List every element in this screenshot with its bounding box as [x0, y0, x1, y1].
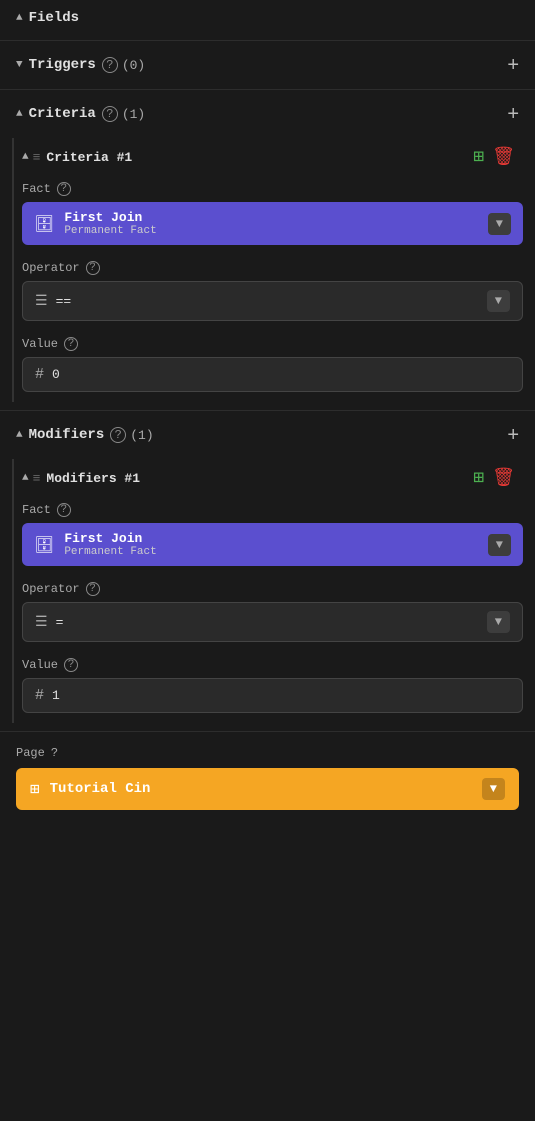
- modifiers-1-operator-help-icon[interactable]: ?: [86, 582, 100, 596]
- modifiers-1-operator-list-icon: ☰: [35, 614, 48, 631]
- divider-1: [0, 40, 535, 41]
- modifiers-1-value-text: 1: [52, 688, 60, 703]
- criteria-1-subsection: ▲ ≡ Criteria #1 ⊞ 🗑 Fact ? 🗄 First Join …: [12, 138, 523, 402]
- page-label: Page ?: [16, 746, 519, 760]
- criteria-1-chevron-icon[interactable]: ▲: [22, 151, 29, 163]
- modifiers-1-operator-label: Operator ?: [22, 582, 523, 596]
- triggers-section-header[interactable]: ▼ Triggers ? (0) +: [0, 45, 535, 85]
- triggers-add-button[interactable]: +: [507, 55, 519, 75]
- fields-title: Fields: [29, 10, 79, 26]
- modifiers-1-fact-group: Fact ? 🗄 First Join Permanent Fact ▼: [22, 497, 523, 576]
- criteria-1-header: ▲ ≡ Criteria #1 ⊞ 🗑: [22, 138, 523, 176]
- criteria-1-operator-help-icon[interactable]: ?: [86, 261, 100, 275]
- modifiers-1-value-hash-icon: #: [35, 687, 44, 704]
- modifiers-add-button[interactable]: +: [507, 425, 519, 445]
- page-select-icon: ⊞: [30, 779, 40, 799]
- modifiers-1-title: Modifiers #1: [46, 471, 140, 486]
- triggers-count: (0): [122, 58, 145, 73]
- criteria-title: Criteria: [29, 106, 96, 122]
- criteria-1-value-hash-icon: #: [35, 366, 44, 383]
- modifiers-1-value-group: Value ? # 1: [22, 652, 523, 723]
- criteria-section-header[interactable]: ▲ Criteria ? (1) +: [0, 94, 535, 134]
- page-section: Page ? ⊞ Tutorial Cin ▼: [0, 736, 535, 820]
- page-select-dropdown-icon[interactable]: ▼: [482, 778, 505, 800]
- criteria-1-fact-text: First Join Permanent Fact: [64, 210, 479, 237]
- criteria-1-fact-label: Fact ?: [22, 182, 523, 196]
- modifiers-1-fact-type: Permanent Fact: [64, 546, 479, 558]
- criteria-1-value-field[interactable]: # 0: [22, 357, 523, 392]
- modifiers-help-icon[interactable]: ?: [110, 427, 126, 443]
- modifiers-chevron-icon: ▲: [16, 429, 23, 441]
- modifiers-1-fact-text: First Join Permanent Fact: [64, 531, 479, 558]
- modifiers-1-fact-db-icon: 🗄: [34, 535, 54, 555]
- criteria-1-drag-icon: ≡: [33, 150, 41, 165]
- criteria-1-value-help-icon[interactable]: ?: [64, 337, 78, 351]
- criteria-1-actions: ⊞ 🗑: [473, 146, 515, 168]
- page-help-icon[interactable]: ?: [51, 746, 58, 760]
- criteria-1-title: Criteria #1: [46, 150, 132, 165]
- modifiers-1-copy-icon[interactable]: ⊞: [473, 467, 484, 489]
- modifiers-1-fact-select[interactable]: 🗄 First Join Permanent Fact ▼: [22, 523, 523, 566]
- modifiers-1-delete-icon[interactable]: 🗑: [492, 467, 515, 489]
- criteria-1-delete-icon[interactable]: 🗑: [492, 146, 515, 168]
- criteria-1-fact-select[interactable]: 🗄 First Join Permanent Fact ▼: [22, 202, 523, 245]
- modifiers-1-actions: ⊞ 🗑: [473, 467, 515, 489]
- criteria-1-value-text: 0: [52, 367, 60, 382]
- divider-3: [0, 410, 535, 411]
- divider-2: [0, 89, 535, 90]
- criteria-add-button[interactable]: +: [507, 104, 519, 124]
- criteria-1-fact-type: Permanent Fact: [64, 225, 479, 237]
- modifiers-1-value-label-text: Value: [22, 658, 58, 672]
- criteria-1-fact-name: First Join: [64, 210, 479, 225]
- modifiers-1-operator-select[interactable]: ☰ = ▼: [22, 602, 523, 642]
- criteria-1-value-group: Value ? # 0: [22, 331, 523, 402]
- criteria-1-fact-dropdown-icon[interactable]: ▼: [488, 213, 511, 235]
- criteria-help-icon[interactable]: ?: [102, 106, 118, 122]
- triggers-title: Triggers: [29, 57, 96, 73]
- modifiers-1-value-help-icon[interactable]: ?: [64, 658, 78, 672]
- modifiers-1-fact-help-icon[interactable]: ?: [57, 503, 71, 517]
- modifiers-1-drag-icon: ≡: [33, 471, 41, 486]
- modifiers-1-chevron-icon[interactable]: ▲: [22, 472, 29, 484]
- fields-chevron-icon: ▲: [16, 12, 23, 24]
- page-select-name: Tutorial Cin: [50, 781, 474, 797]
- criteria-1-fact-db-icon: 🗄: [34, 214, 54, 234]
- criteria-1-operator-list-icon: ☰: [35, 293, 48, 310]
- modifiers-section-header[interactable]: ▲ Modifiers ? (1) +: [0, 415, 535, 455]
- divider-4: [0, 731, 535, 732]
- page-select[interactable]: ⊞ Tutorial Cin ▼: [16, 768, 519, 810]
- modifiers-title: Modifiers: [29, 427, 105, 443]
- criteria-1-value-label: Value ?: [22, 337, 523, 351]
- modifiers-1-value-label: Value ?: [22, 658, 523, 672]
- modifiers-count: (1): [130, 428, 153, 443]
- modifiers-1-header: ▲ ≡ Modifiers #1 ⊞ 🗑: [22, 459, 523, 497]
- criteria-1-copy-icon[interactable]: ⊞: [473, 146, 484, 168]
- criteria-1-fact-help-icon[interactable]: ?: [57, 182, 71, 196]
- criteria-1-fact-group: Fact ? 🗄 First Join Permanent Fact ▼: [22, 176, 523, 255]
- criteria-1-operator-label: Operator ?: [22, 261, 523, 275]
- page-label-text: Page: [16, 746, 45, 760]
- criteria-1-operator-dropdown-icon[interactable]: ▼: [487, 290, 510, 312]
- triggers-chevron-icon: ▼: [16, 59, 23, 71]
- criteria-1-operator-label-text: Operator: [22, 261, 80, 275]
- modifiers-1-fact-dropdown-icon[interactable]: ▼: [488, 534, 511, 556]
- triggers-help-icon[interactable]: ?: [102, 57, 118, 73]
- modifiers-1-value-field[interactable]: # 1: [22, 678, 523, 713]
- criteria-1-operator-value: ==: [56, 294, 72, 309]
- criteria-1-fact-label-text: Fact: [22, 182, 51, 196]
- fields-section-header[interactable]: ▲ Fields: [0, 0, 535, 36]
- modifiers-1-fact-label-text: Fact: [22, 503, 51, 517]
- criteria-1-operator-select[interactable]: ☰ == ▼: [22, 281, 523, 321]
- criteria-count: (1): [122, 107, 145, 122]
- modifiers-1-fact-label: Fact ?: [22, 503, 523, 517]
- modifiers-1-operator-dropdown-icon[interactable]: ▼: [487, 611, 510, 633]
- criteria-1-operator-group: Operator ? ☰ == ▼: [22, 255, 523, 331]
- modifiers-1-operator-group: Operator ? ☰ = ▼: [22, 576, 523, 652]
- criteria-1-value-label-text: Value: [22, 337, 58, 351]
- modifiers-1-subsection: ▲ ≡ Modifiers #1 ⊞ 🗑 Fact ? 🗄 First Join…: [12, 459, 523, 723]
- modifiers-1-operator-value: =: [56, 615, 64, 630]
- criteria-chevron-icon: ▲: [16, 108, 23, 120]
- modifiers-1-operator-label-text: Operator: [22, 582, 80, 596]
- modifiers-1-fact-name: First Join: [64, 531, 479, 546]
